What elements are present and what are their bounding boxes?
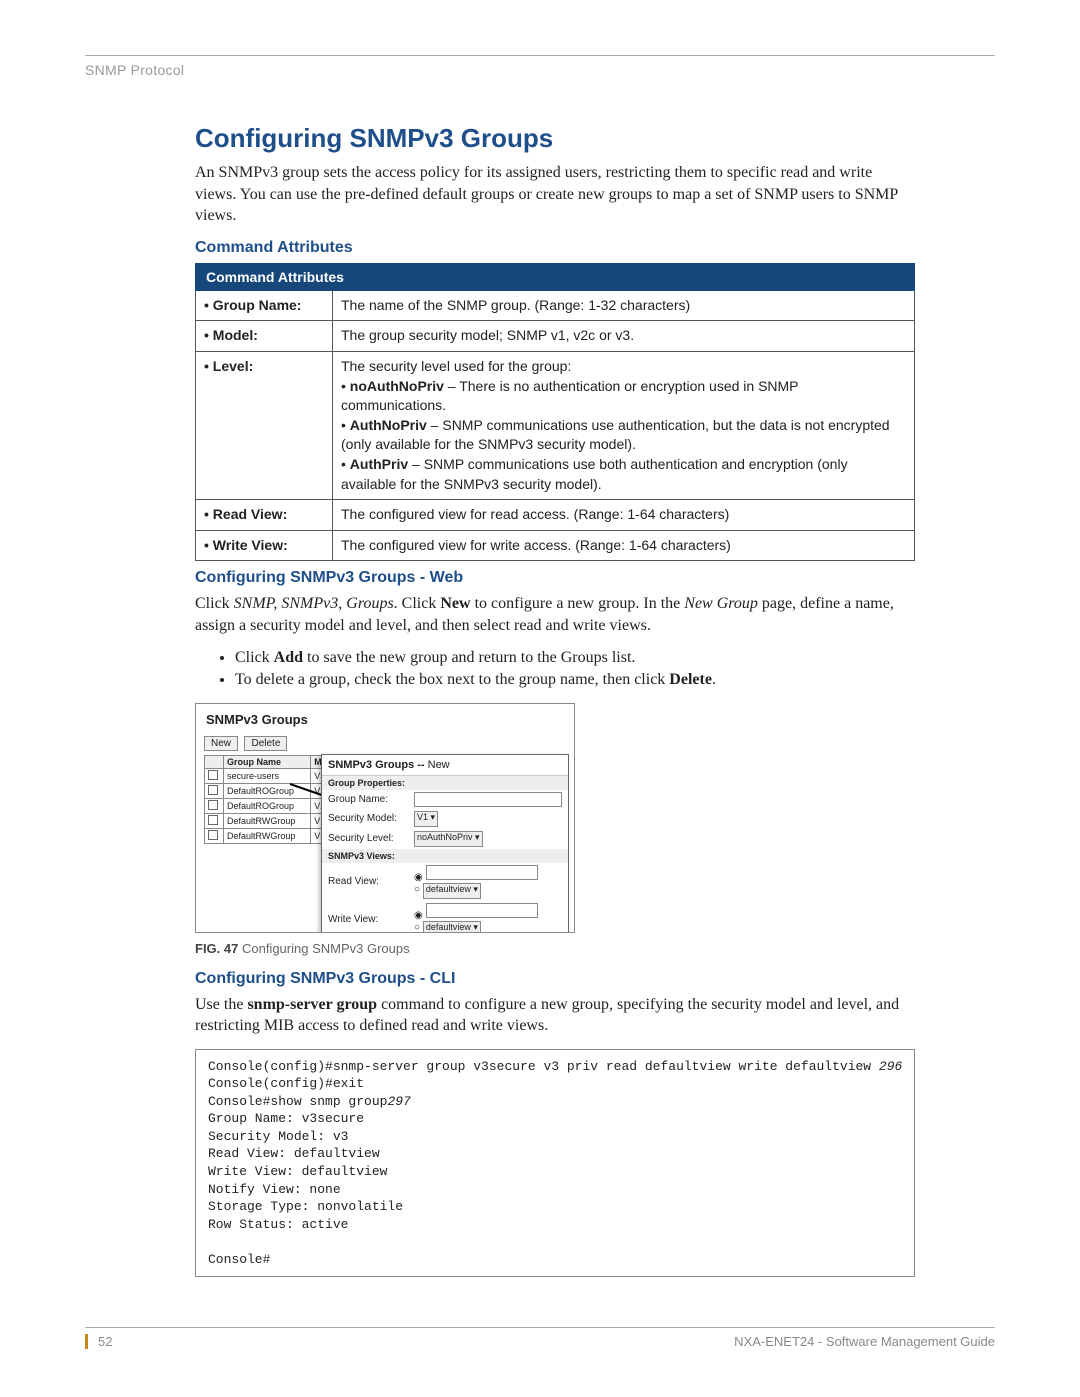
attr-desc: The group security model; SNMP v1, v2c o…	[333, 321, 915, 352]
attr-name: • Model:	[196, 321, 333, 352]
cli-paragraph: Use the snmp-server group command to con…	[195, 994, 915, 1037]
doc-title: NXA-ENET24 - Software Management Guide	[734, 1334, 995, 1349]
label-group-name: Group Name:	[328, 794, 408, 805]
label-security-level: Security Level:	[328, 833, 408, 844]
security-model-select[interactable]: V1 ▾	[414, 811, 438, 827]
web-bullet-list: Click Add to save the new group and retu…	[235, 649, 915, 689]
cli-heading: Configuring SNMPv3 Groups - CLI	[195, 970, 915, 988]
label-write-view: Write View:	[328, 914, 408, 925]
checkbox[interactable]	[208, 800, 218, 810]
header-section: SNMP Protocol	[85, 62, 995, 78]
figure-snmpv3-groups: SNMPv3 Groups New Delete Group Name Mode…	[195, 703, 575, 933]
read-view-select[interactable]: defaultview ▾	[423, 883, 481, 899]
checkbox[interactable]	[208, 770, 218, 780]
page-title: Configuring SNMPv3 Groups	[195, 123, 915, 154]
attr-name: • Group Name:	[196, 290, 333, 321]
write-view-select[interactable]: defaultview ▾	[423, 921, 481, 933]
list-item: Click Add to save the new group and retu…	[235, 649, 915, 667]
attr-name: • Write View:	[196, 530, 333, 561]
page-footer: 52 NXA-ENET24 - Software Management Guid…	[85, 1327, 995, 1349]
checkbox[interactable]	[208, 785, 218, 795]
new-group-overlay: SNMPv3 Groups -- New Group Properties: G…	[321, 754, 569, 933]
attr-desc: The security level used for the group:• …	[333, 351, 915, 499]
attr-name: • Read View:	[196, 500, 333, 531]
group-name-input[interactable]	[414, 792, 562, 807]
cli-output: Console(config)#snmp-server group v3secu…	[195, 1049, 915, 1278]
attr-name: • Level:	[196, 351, 333, 499]
list-item: To delete a group, check the box next to…	[235, 671, 915, 689]
new-button[interactable]: New	[204, 736, 238, 751]
attr-desc: The name of the SNMP group. (Range: 1-32…	[333, 290, 915, 321]
web-paragraph: Click SNMP, SNMPv3, Groups. Click New to…	[195, 593, 915, 636]
page-number: 52	[98, 1334, 112, 1349]
col-group-name: Group Name	[224, 755, 311, 768]
read-view-input[interactable]	[426, 865, 538, 880]
figure-caption: FIG. 47 Configuring SNMPv3 Groups	[195, 941, 915, 956]
command-attributes-heading: Command Attributes	[195, 239, 915, 257]
attr-desc: The configured view for write access. (R…	[333, 530, 915, 561]
intro-paragraph: An SNMPv3 group sets the access policy f…	[195, 162, 915, 227]
attr-desc: The configured view for read access. (Ra…	[333, 500, 915, 531]
security-level-select[interactable]: noAuthNoPriv ▾	[414, 831, 483, 847]
write-view-input[interactable]	[426, 903, 538, 918]
table-header: Command Attributes	[196, 263, 915, 290]
label-security-model: Security Model:	[328, 813, 408, 824]
command-attributes-table: Command Attributes • Group Name:The name…	[195, 263, 915, 562]
figure-panel-title: SNMPv3 Groups	[196, 704, 574, 731]
label-read-view: Read View:	[328, 876, 408, 887]
checkbox[interactable]	[208, 830, 218, 840]
delete-button[interactable]: Delete	[244, 736, 287, 751]
web-heading: Configuring SNMPv3 Groups - Web	[195, 569, 915, 587]
checkbox[interactable]	[208, 815, 218, 825]
